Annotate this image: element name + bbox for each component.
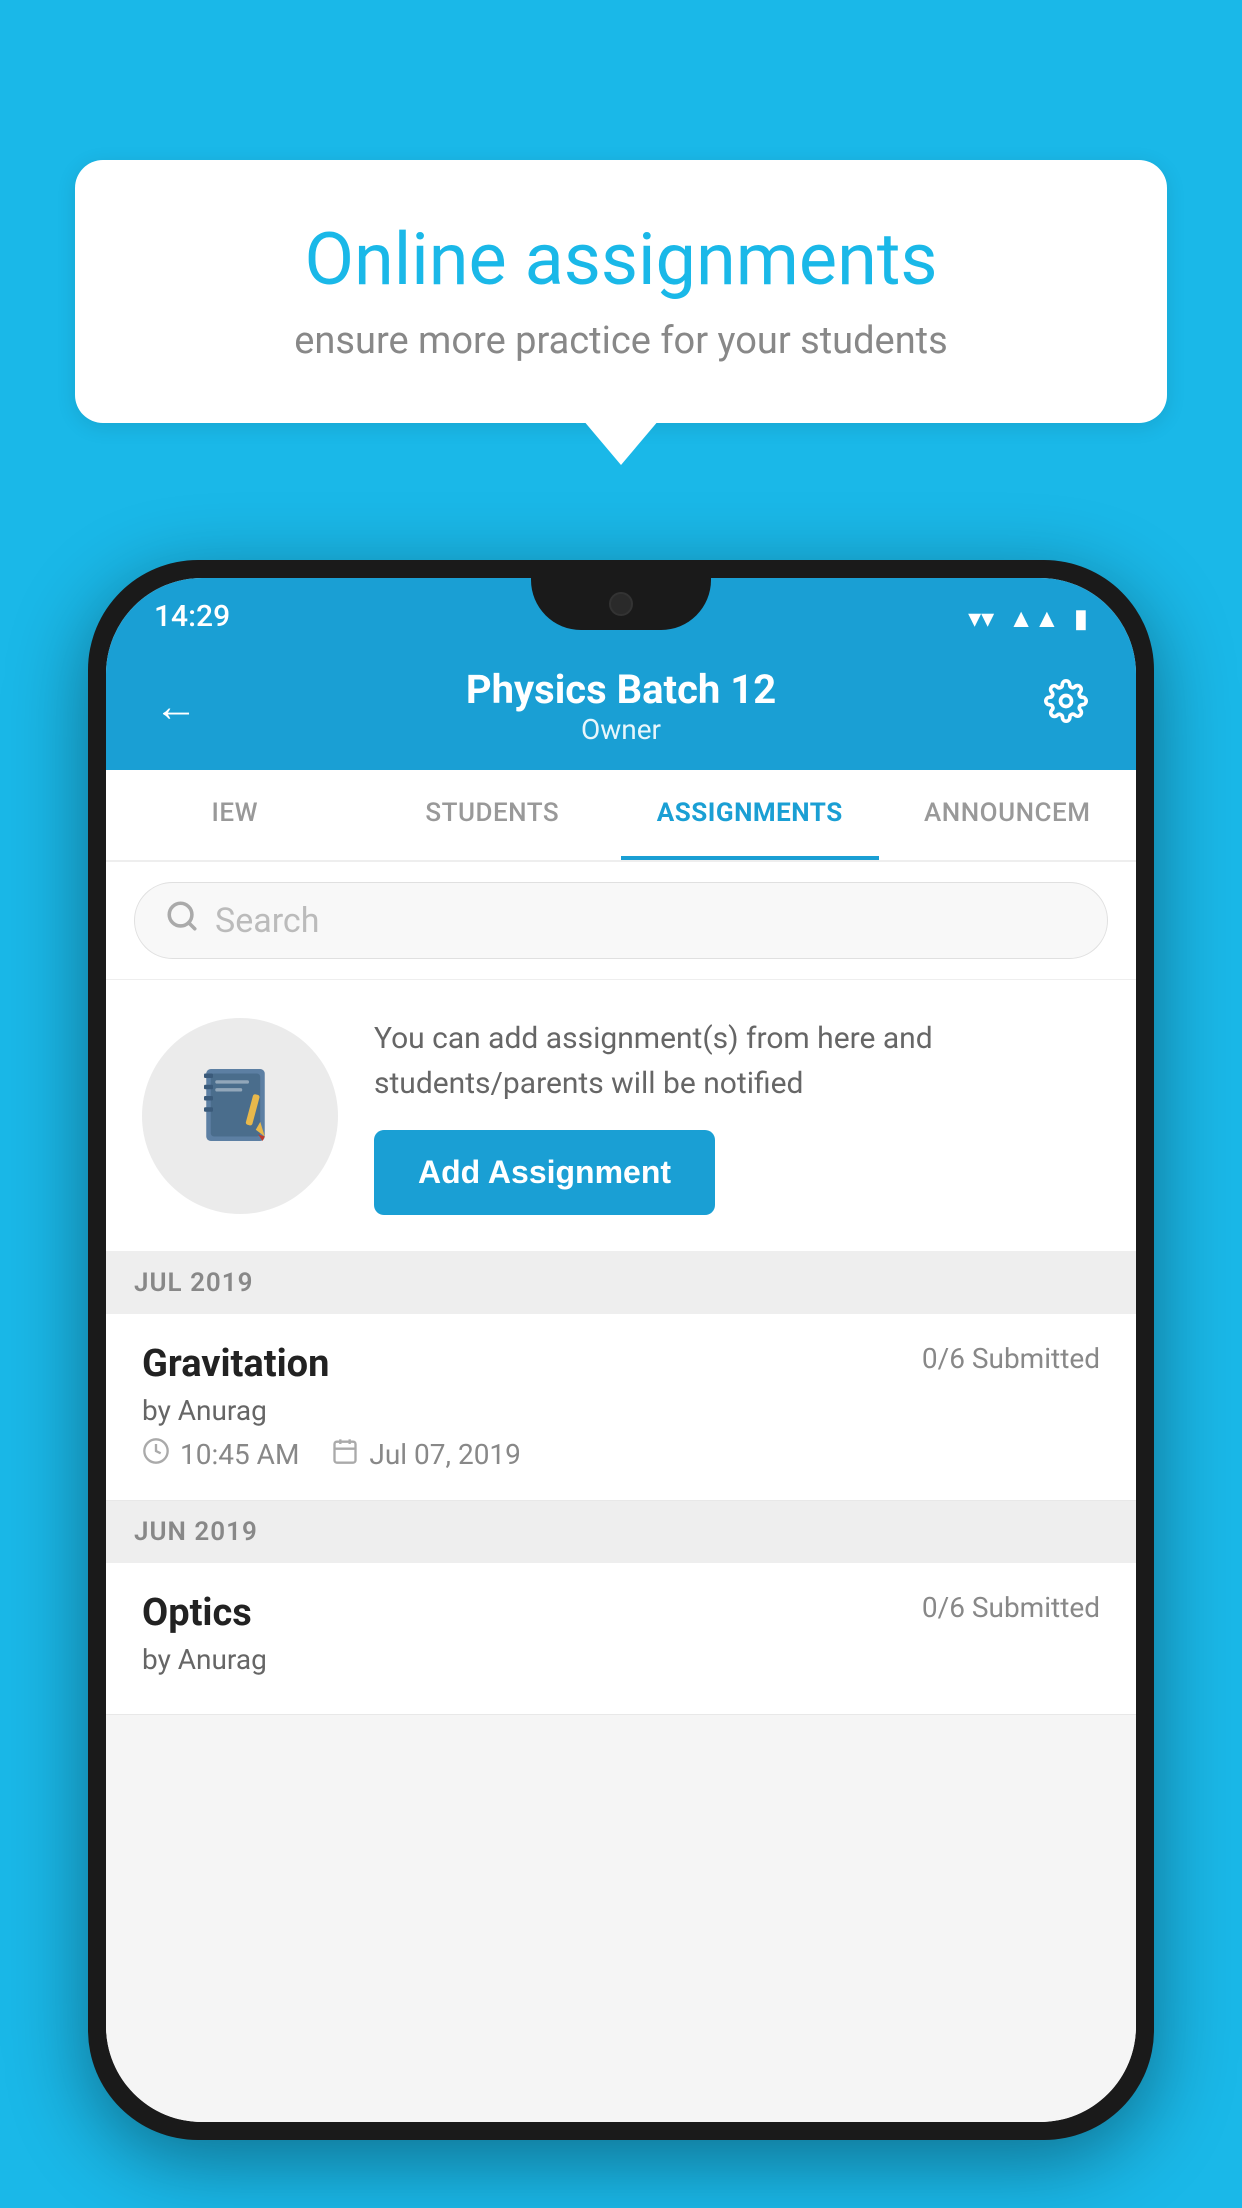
assignment-submitted-gravitation: 0/6 Submitted xyxy=(922,1342,1100,1375)
meta-time-value: 10:45 AM xyxy=(180,1438,299,1471)
speech-bubble-subtitle: ensure more practice for your students xyxy=(145,319,1097,363)
status-icons: ▾▾ ▲▲ ▮ xyxy=(968,603,1088,634)
speech-bubble-title: Online assignments xyxy=(145,220,1097,299)
assignment-top-row-optics: Optics 0/6 Submitted xyxy=(142,1591,1100,1635)
header-center: Physics Batch 12 Owner xyxy=(466,666,776,746)
assignment-by-optics: by Anurag xyxy=(142,1643,1100,1676)
assignment-top-row: Gravitation 0/6 Submitted xyxy=(142,1342,1100,1386)
promo-icon-circle xyxy=(142,1018,338,1214)
promo-content: You can add assignment(s) from here and … xyxy=(374,1016,1100,1215)
phone-content: ← Physics Batch 12 Owner IEW xyxy=(106,646,1136,2122)
tab-students[interactable]: STUDENTS xyxy=(364,770,622,860)
content-area: Search xyxy=(106,862,1136,2122)
promo-text: You can add assignment(s) from here and … xyxy=(374,1016,1100,1106)
assignment-submitted-optics: 0/6 Submitted xyxy=(922,1591,1100,1624)
notebook-icon xyxy=(195,1060,285,1172)
signal-icon: ▲▲ xyxy=(1008,603,1059,634)
search-icon xyxy=(165,899,199,942)
search-container: Search xyxy=(106,862,1136,980)
header-subtitle: Owner xyxy=(466,713,776,746)
phone-frame: 14:29 ▾▾ ▲▲ ▮ ← Physics Batch 12 Owner xyxy=(88,560,1154,2140)
assignment-meta-gravitation: 10:45 AM xyxy=(142,1437,1100,1472)
app-header: ← Physics Batch 12 Owner xyxy=(106,646,1136,770)
settings-button[interactable] xyxy=(1044,679,1088,734)
assignment-name-optics: Optics xyxy=(142,1591,252,1635)
speech-bubble: Online assignments ensure more practice … xyxy=(75,160,1167,423)
wifi-icon: ▾▾ xyxy=(968,604,994,634)
phone-container: 14:29 ▾▾ ▲▲ ▮ ← Physics Batch 12 Owner xyxy=(88,560,1154,2140)
tab-announcements[interactable]: ANNOUNCEM xyxy=(879,770,1137,860)
assignment-item-gravitation[interactable]: Gravitation 0/6 Submitted by Anurag xyxy=(106,1314,1136,1501)
promo-section: You can add assignment(s) from here and … xyxy=(106,980,1136,1252)
meta-time-gravitation: 10:45 AM xyxy=(142,1437,299,1472)
tab-iew[interactable]: IEW xyxy=(106,770,364,860)
section-header-jul: JUL 2019 xyxy=(106,1252,1136,1314)
section-header-jun: JUN 2019 xyxy=(106,1501,1136,1563)
header-title: Physics Batch 12 xyxy=(466,666,776,713)
search-placeholder: Search xyxy=(215,901,319,941)
add-assignment-button[interactable]: Add Assignment xyxy=(374,1130,715,1215)
speech-bubble-container: Online assignments ensure more practice … xyxy=(75,160,1167,423)
assignment-item-optics[interactable]: Optics 0/6 Submitted by Anurag xyxy=(106,1563,1136,1715)
battery-icon: ▮ xyxy=(1074,604,1088,634)
meta-date-value: Jul 07, 2019 xyxy=(369,1438,521,1471)
assignment-by-gravitation: by Anurag xyxy=(142,1394,1100,1427)
status-time: 14:29 xyxy=(154,599,230,634)
calendar-icon xyxy=(331,1437,359,1472)
tab-assignments[interactable]: ASSIGNMENTS xyxy=(621,770,879,860)
search-bar[interactable]: Search xyxy=(134,882,1108,959)
back-button[interactable]: ← xyxy=(154,680,198,732)
meta-date-gravitation: Jul 07, 2019 xyxy=(331,1437,521,1472)
tabs-container: IEW STUDENTS ASSIGNMENTS ANNOUNCEM xyxy=(106,770,1136,862)
assignment-name-gravitation: Gravitation xyxy=(142,1342,329,1386)
clock-icon xyxy=(142,1437,170,1472)
phone-screen: 14:29 ▾▾ ▲▲ ▮ ← Physics Batch 12 Owner xyxy=(106,578,1136,2122)
phone-camera xyxy=(609,592,633,616)
phone-notch xyxy=(531,578,711,630)
